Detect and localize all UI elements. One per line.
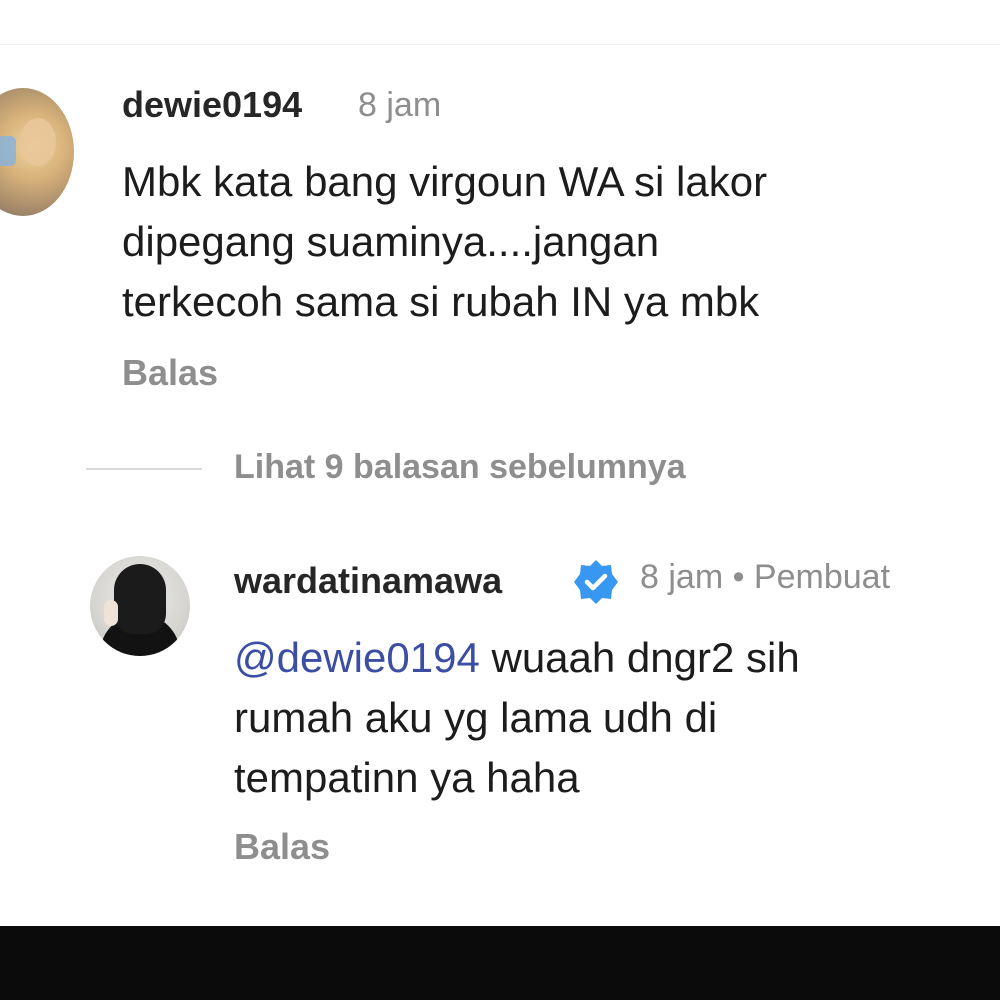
mention-link[interactable]: @dewie0194	[234, 634, 480, 681]
reply-timestamp-author: 8 jam • Pembuat	[640, 558, 891, 596]
reply-text: @dewie0194 wuaah dngr2 sih rumah aku yg …	[234, 628, 994, 808]
avatar-photo-veil	[114, 564, 166, 634]
comment-timestamp: 8 jam	[358, 86, 442, 124]
bottom-bar	[0, 926, 1000, 1000]
comment-username[interactable]: dewie0194	[122, 84, 302, 126]
avatar-photo-hand	[104, 600, 118, 626]
avatar-photo-face	[20, 118, 56, 166]
avatar-photo-detail	[0, 136, 16, 166]
reply-button[interactable]: Balas	[122, 352, 218, 394]
view-replies-divider	[86, 468, 202, 470]
comment-text: Mbk kata bang virgoun WA si lakor dipega…	[122, 158, 768, 325]
reply-username[interactable]: wardatinamawa	[234, 560, 502, 602]
avatar[interactable]	[0, 88, 74, 216]
view-previous-replies-link[interactable]: Lihat 9 balasan sebelumnya	[234, 448, 686, 487]
verified-badge-icon	[574, 560, 618, 604]
reply-button[interactable]: Balas	[234, 826, 330, 868]
avatar[interactable]	[90, 556, 190, 656]
top-divider	[0, 44, 1000, 45]
